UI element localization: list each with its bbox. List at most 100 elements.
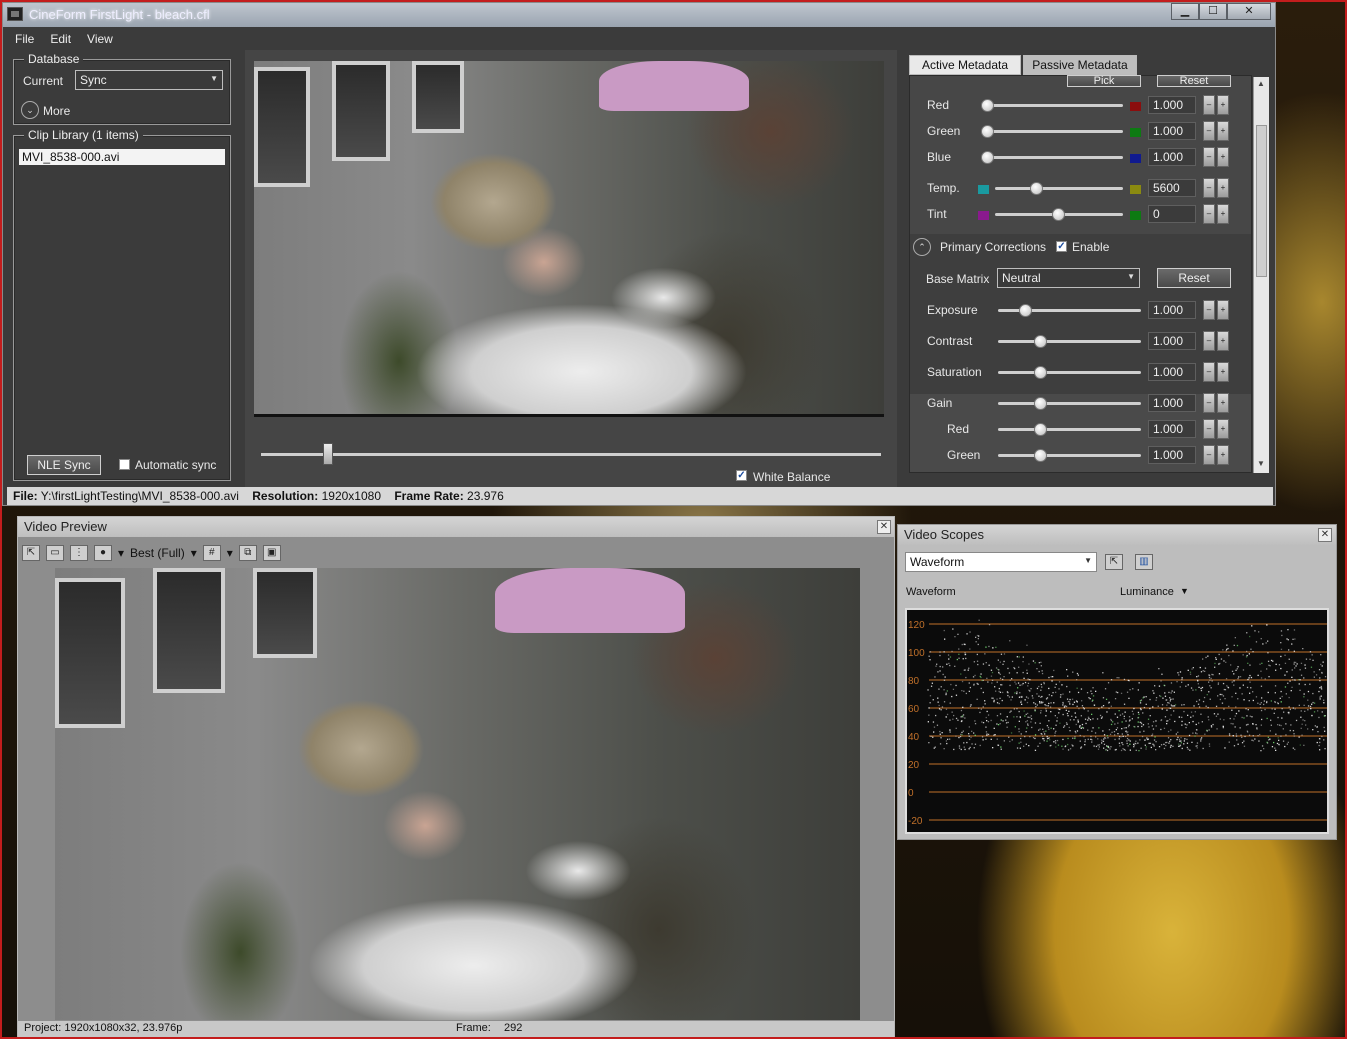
wb-blue-slider-track[interactable] (983, 156, 1123, 159)
quality-select[interactable]: Best (Full) (130, 546, 185, 560)
primary-green-5-slider-knob[interactable] (1033, 449, 1047, 462)
overlay-icon[interactable]: ● (94, 545, 112, 561)
primary-green-5-value-field[interactable]: 1.000 (1148, 446, 1196, 464)
primary-saturation-2-decrement-icon[interactable]: – (1203, 362, 1215, 382)
histogram-icon[interactable]: ▥ (1135, 554, 1153, 570)
wb-tint-slider-knob[interactable] (1052, 208, 1065, 221)
chevron-down-icon[interactable]: ▾ (227, 546, 233, 560)
primary-gain-3-value-field[interactable]: 1.000 (1148, 394, 1196, 412)
tab-active-metadata[interactable]: Active Metadata (909, 55, 1021, 75)
menu-edit[interactable]: Edit (42, 29, 79, 49)
primary-red-4-slider-track[interactable] (998, 428, 1141, 431)
primary-enable-checkbox[interactable]: ✓ (1056, 241, 1067, 252)
primary-contrast-1-value-field[interactable]: 1.000 (1148, 332, 1196, 350)
video-scopes-titlebar[interactable]: Video Scopes (898, 525, 1336, 545)
scopes-close-icon[interactable]: ✕ (1318, 528, 1332, 542)
primary-collapse-icon[interactable]: ⌃ (913, 238, 931, 256)
chevron-down-icon[interactable]: ▼ (1180, 586, 1189, 596)
wb-red-slider-track[interactable] (983, 104, 1123, 107)
primary-green-5-decrement-icon[interactable]: – (1203, 445, 1215, 465)
primary-saturation-2-slider-knob[interactable] (1033, 366, 1047, 379)
primary-saturation-2-increment-icon[interactable]: + (1217, 362, 1229, 382)
copy-icon[interactable]: ⧉ (238, 545, 257, 561)
scroll-thumb[interactable] (1256, 125, 1267, 277)
wb-green-decrement-icon[interactable]: – (1203, 121, 1215, 141)
wb-green-value-field[interactable]: 1.000 (1148, 122, 1196, 140)
primary-gain-3-slider-knob[interactable] (1033, 397, 1047, 410)
primary-red-4-value-field[interactable]: 1.000 (1148, 420, 1196, 438)
grid-icon[interactable]: # (202, 545, 221, 561)
primary-red-4-decrement-icon[interactable]: – (1203, 419, 1215, 439)
wb-red-decrement-icon[interactable]: – (1203, 95, 1215, 115)
wb-temp-slider-knob[interactable] (1029, 182, 1043, 195)
wb-red-increment-icon[interactable]: + (1217, 95, 1229, 115)
title-bar[interactable]: CineForm FirstLight - bleach.cfl ▁ ☐ ✕ (3, 3, 1275, 27)
primary-green-5-increment-icon[interactable]: + (1217, 445, 1229, 465)
minimize-button[interactable]: ▁ (1171, 3, 1199, 20)
wb-temp-slider-track[interactable] (995, 187, 1123, 190)
primary-contrast-1-increment-icon[interactable]: + (1217, 331, 1229, 351)
wb-green-slider-knob[interactable] (981, 125, 994, 138)
tab-passive-metadata[interactable]: Passive Metadata (1023, 55, 1137, 75)
wb-red-value-field[interactable]: 1.000 (1148, 96, 1196, 114)
monitor-icon[interactable]: ▭ (46, 545, 64, 561)
primary-gain-3-slider-track[interactable] (998, 402, 1141, 405)
primary-gain-3-increment-icon[interactable]: + (1217, 393, 1229, 413)
timeline-playhead[interactable] (323, 443, 334, 465)
primary-contrast-1-decrement-icon[interactable]: – (1203, 331, 1215, 351)
export-icon[interactable]: ⇱ (22, 545, 40, 561)
menu-file[interactable]: File (7, 29, 42, 49)
primary-reset-button[interactable]: Reset (1157, 268, 1231, 288)
wb-blue-value-field[interactable]: 1.000 (1148, 148, 1196, 166)
scope-export-icon[interactable]: ⇱ (1105, 554, 1123, 570)
expand-more-icon[interactable]: ⌄ (21, 101, 39, 119)
wb-blue-increment-icon[interactable]: + (1217, 147, 1229, 167)
scroll-up-icon[interactable]: ▲ (1257, 79, 1265, 88)
primary-saturation-2-slider-track[interactable] (998, 371, 1141, 374)
timeline-track[interactable] (261, 453, 881, 456)
wb-green-increment-icon[interactable]: + (1217, 121, 1229, 141)
wb-temp-value-field[interactable]: 5600 (1148, 179, 1196, 197)
metadata-scrollbar[interactable]: ▲ ▼ (1253, 77, 1269, 473)
preview-close-icon[interactable]: ✕ (877, 520, 891, 534)
split-icon[interactable]: ⋮ (70, 545, 88, 561)
more-label[interactable]: More (43, 104, 70, 118)
primary-red-4-increment-icon[interactable]: + (1217, 419, 1229, 439)
clip-list-item[interactable]: MVI_8538-000.avi (19, 149, 225, 165)
base-matrix-select[interactable]: Neutral ▼ (997, 268, 1140, 288)
wb-blue-decrement-icon[interactable]: – (1203, 147, 1215, 167)
primary-exposure-0-increment-icon[interactable]: + (1217, 300, 1229, 320)
chevron-down-icon[interactable]: ▾ (191, 546, 197, 560)
save-icon[interactable]: ▣ (262, 545, 281, 561)
primary-contrast-1-slider-knob[interactable] (1033, 335, 1047, 348)
wb-red-slider-knob[interactable] (981, 99, 994, 112)
close-button[interactable]: ✕ (1227, 3, 1271, 20)
automatic-sync-checkbox[interactable] (119, 459, 130, 470)
wb-blue-slider-knob[interactable] (981, 151, 994, 164)
primary-green-5-slider-track[interactable] (998, 454, 1141, 457)
database-select[interactable]: Sync ▼ (75, 70, 223, 90)
primary-exposure-0-value-field[interactable]: 1.000 (1148, 301, 1196, 319)
scope-type-select[interactable]: Waveform ▼ (905, 552, 1097, 572)
primary-red-4-slider-knob[interactable] (1033, 423, 1047, 436)
wb-tint-decrement-icon[interactable]: – (1203, 204, 1215, 224)
primary-contrast-1-slider-track[interactable] (998, 340, 1141, 343)
reset-top-button[interactable]: Reset (1157, 75, 1231, 87)
scroll-down-icon[interactable]: ▼ (1257, 459, 1265, 468)
wb-green-slider-track[interactable] (983, 130, 1123, 133)
wb-tint-value-field[interactable]: 0 (1148, 205, 1196, 223)
primary-saturation-2-value-field[interactable]: 1.000 (1148, 363, 1196, 381)
channel-select[interactable]: Luminance (1120, 586, 1174, 598)
chevron-down-icon[interactable]: ▾ (118, 546, 124, 560)
wb-temp-increment-icon[interactable]: + (1217, 178, 1229, 198)
maximize-button[interactable]: ☐ (1199, 3, 1227, 20)
primary-exposure-0-decrement-icon[interactable]: – (1203, 300, 1215, 320)
video-preview-titlebar[interactable]: Video Preview (18, 517, 894, 537)
wb-tint-increment-icon[interactable]: + (1217, 204, 1229, 224)
nle-sync-button[interactable]: NLE Sync (27, 455, 101, 475)
white-balance-checkbox[interactable]: ✓ (736, 470, 747, 481)
menu-view[interactable]: View (79, 29, 121, 49)
pick-button[interactable]: Pick (1067, 75, 1141, 87)
primary-gain-3-decrement-icon[interactable]: – (1203, 393, 1215, 413)
wb-temp-decrement-icon[interactable]: – (1203, 178, 1215, 198)
